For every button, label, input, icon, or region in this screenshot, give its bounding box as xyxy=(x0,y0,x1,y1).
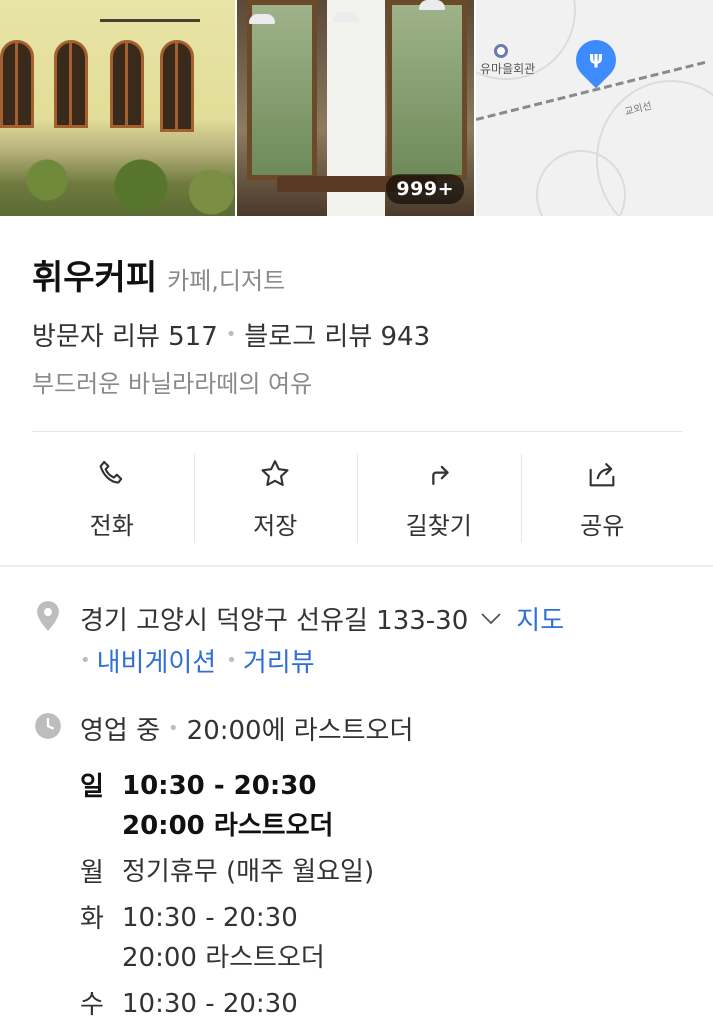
star-icon xyxy=(257,456,293,492)
action-bar: 전화 저장 길찾기 공유 xyxy=(30,452,684,544)
arched-door xyxy=(160,40,194,132)
hours-time: 10:30 - 20:30 xyxy=(122,989,298,1019)
separator-dot: • xyxy=(168,718,179,739)
day-label: 화 xyxy=(80,904,104,934)
pendant-lamp xyxy=(419,0,445,10)
share-label: 공유 xyxy=(580,512,625,540)
separator-dot: • xyxy=(225,324,237,345)
last-order-time: 20:00 라스트오더 xyxy=(122,943,325,973)
pendant-lamp xyxy=(249,14,275,24)
directions-label: 길찾기 xyxy=(405,512,472,540)
address-row: 경기 고양시 덕양구 선유길 133-30 지도 xyxy=(80,600,564,637)
interior-window xyxy=(387,0,467,180)
call-label: 전화 xyxy=(89,512,134,540)
share-icon xyxy=(584,456,620,492)
hours-row-mon: 월 정기휴무 (매주 월요일) xyxy=(80,852,374,892)
garden-bushes xyxy=(0,156,235,216)
hours-time: 10:30 - 20:30 xyxy=(122,903,298,933)
landmark-label: 유마을회관 xyxy=(480,62,536,76)
hours-time: 정기휴무 (매주 월요일) xyxy=(122,857,375,887)
day-label: 월 xyxy=(80,858,104,888)
navigation-link[interactable]: 내비게이션 xyxy=(97,642,217,679)
last-order-time: 20:00 라스트오더 xyxy=(122,811,334,841)
save-label: 저장 xyxy=(253,512,298,540)
hours-time: 10:30 - 20:30 xyxy=(122,771,317,801)
arched-window xyxy=(0,40,34,128)
clock-icon xyxy=(34,712,62,744)
arched-window xyxy=(54,40,88,128)
review-summary: 방문자 리뷰 517 • 블로그 리뷰 943 xyxy=(32,316,430,353)
open-status: 영업 중 xyxy=(80,716,161,746)
place-tagline: 부드러운 바닐라라떼의 여유 xyxy=(32,370,313,398)
map-thumbnail[interactable]: 교외선 유마을회관 ψ xyxy=(476,0,713,216)
directions-icon xyxy=(421,456,457,492)
place-category: 카페,디저트 xyxy=(167,267,286,295)
address-text: 경기 고양시 덕양구 선유길 133-30 xyxy=(80,606,469,636)
landmark-marker-icon xyxy=(494,44,508,58)
section-divider xyxy=(0,565,713,567)
business-status[interactable]: 영업 중 • 20:00에 라스트오더 xyxy=(80,710,413,747)
photo-exterior[interactable] xyxy=(0,0,235,216)
separator-dot: • xyxy=(226,650,237,671)
divider xyxy=(32,431,682,432)
hours-row-wed: 수 10:30 - 20:30 xyxy=(80,984,374,1024)
interior-window xyxy=(247,0,317,180)
hours-row-tue: 화 10:30 - 20:30 20:00 라스트오더 xyxy=(80,898,374,978)
arched-window xyxy=(110,40,144,128)
restaurant-icon: ψ xyxy=(588,48,604,69)
chevron-down-icon[interactable] xyxy=(480,612,502,626)
hours-row-sun: 일 10:30 - 20:30 20:00 라스트오더 xyxy=(80,766,374,846)
place-name: 휘우커피 xyxy=(32,258,158,298)
call-button[interactable]: 전화 xyxy=(30,452,194,544)
place-header: 휘우커피 카페,디저트 xyxy=(32,250,285,299)
directions-button[interactable]: 길찾기 xyxy=(357,452,521,544)
separator-dot: • xyxy=(80,650,91,671)
balcony-rail xyxy=(100,0,200,22)
photo-interior[interactable]: 999+ xyxy=(237,0,474,216)
share-button[interactable]: 공유 xyxy=(520,452,685,544)
map-link[interactable]: 지도 xyxy=(516,600,564,637)
location-pin-icon xyxy=(34,600,62,636)
photo-count-badge[interactable]: 999+ xyxy=(386,174,464,204)
last-order-note: 20:00에 라스트오더 xyxy=(186,716,414,746)
hours-list: 일 10:30 - 20:30 20:00 라스트오더 월 정기휴무 (매주 월… xyxy=(80,766,374,1030)
pendant-lamp xyxy=(333,12,359,22)
day-label: 일 xyxy=(80,772,104,802)
visitor-review-link[interactable]: 방문자 리뷰 517 xyxy=(32,316,218,353)
blog-review-link[interactable]: 블로그 리뷰 943 xyxy=(244,316,430,353)
phone-icon xyxy=(94,456,130,492)
address-links: • 내비게이션 • 거리뷰 xyxy=(80,642,315,679)
save-button[interactable]: 저장 xyxy=(193,452,358,544)
day-label: 수 xyxy=(80,990,104,1020)
photo-strip[interactable]: 999+ 교외선 유마을회관 ψ xyxy=(0,0,713,216)
streetview-link[interactable]: 거리뷰 xyxy=(243,642,315,679)
